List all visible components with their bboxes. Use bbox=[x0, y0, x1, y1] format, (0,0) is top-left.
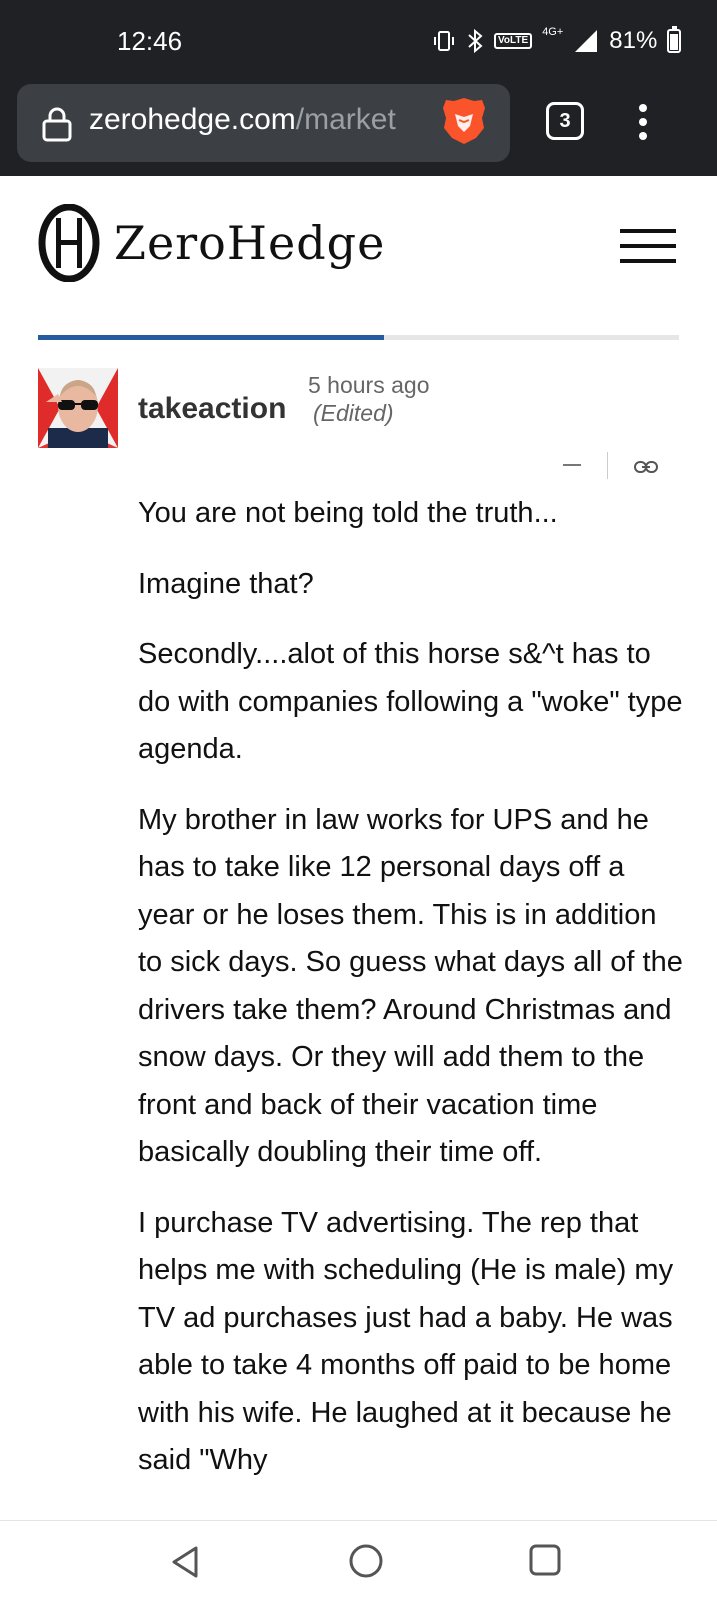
hamburger-menu-icon[interactable] bbox=[620, 229, 676, 263]
comment-paragraph: Imagine that? bbox=[138, 567, 314, 600]
avatar-image bbox=[38, 368, 118, 448]
status-time: 12:46 bbox=[117, 26, 183, 56]
battery-percent: 81% bbox=[609, 27, 658, 54]
battery-fill bbox=[670, 33, 679, 50]
back-icon[interactable] bbox=[170, 1545, 200, 1579]
comment-author[interactable]: takeaction bbox=[138, 392, 286, 426]
zerohedge-logo-icon bbox=[38, 204, 100, 282]
signal-icon bbox=[575, 30, 598, 52]
comment-paragraph: I purchase TV advertising. The rep that … bbox=[138, 1206, 674, 1477]
action-divider bbox=[607, 452, 608, 479]
status-bar: 12:46 VoLTE 4G+ 81% bbox=[0, 0, 717, 84]
volte-icon: VoLTE bbox=[494, 33, 533, 49]
lock-icon[interactable] bbox=[41, 106, 73, 142]
url-domain: zerohedge.com bbox=[89, 103, 296, 136]
link-icon[interactable] bbox=[634, 459, 658, 475]
vibrate-icon bbox=[434, 31, 454, 51]
status-icons: VoLTE 4G+ 81% bbox=[432, 24, 682, 58]
tabs-icon[interactable]: 3 bbox=[546, 102, 584, 140]
url-text[interactable]: zerohedge.com/market bbox=[89, 103, 419, 137]
home-icon[interactable] bbox=[348, 1543, 384, 1579]
collapse-comment-icon[interactable] bbox=[563, 458, 581, 472]
site-logo[interactable]: ZeroHedge bbox=[38, 204, 385, 282]
comment-body: You are not being told the truth... Imag… bbox=[138, 490, 683, 1508]
network-label: 4G+ bbox=[542, 26, 564, 38]
system-nav-bar bbox=[0, 1520, 717, 1601]
reading-progress-bar bbox=[38, 335, 679, 340]
comment-timestamp[interactable]: 5 hours ago bbox=[308, 372, 429, 399]
comment-paragraph: You are not being told the truth... bbox=[138, 497, 558, 529]
bluetooth-icon bbox=[468, 28, 483, 54]
comment-paragraph: My brother in law works for UPS and he h… bbox=[138, 803, 683, 1169]
battery-icon bbox=[667, 26, 682, 53]
recents-icon[interactable] bbox=[528, 1543, 562, 1577]
url-path: /market bbox=[295, 103, 396, 136]
reading-progress-fill bbox=[38, 335, 385, 340]
address-bar[interactable]: zerohedge.com/market bbox=[17, 84, 510, 162]
avatar[interactable] bbox=[38, 368, 118, 448]
edited-label: (Edited) bbox=[313, 400, 394, 426]
browser-toolbar: zerohedge.com/market 3 bbox=[0, 84, 717, 176]
comment-paragraph: Secondly....alot of this horse s&^t has … bbox=[138, 638, 683, 765]
brave-icon[interactable] bbox=[441, 96, 487, 146]
site-name: ZeroHedge bbox=[114, 216, 386, 270]
more-vert-icon[interactable] bbox=[628, 100, 658, 144]
